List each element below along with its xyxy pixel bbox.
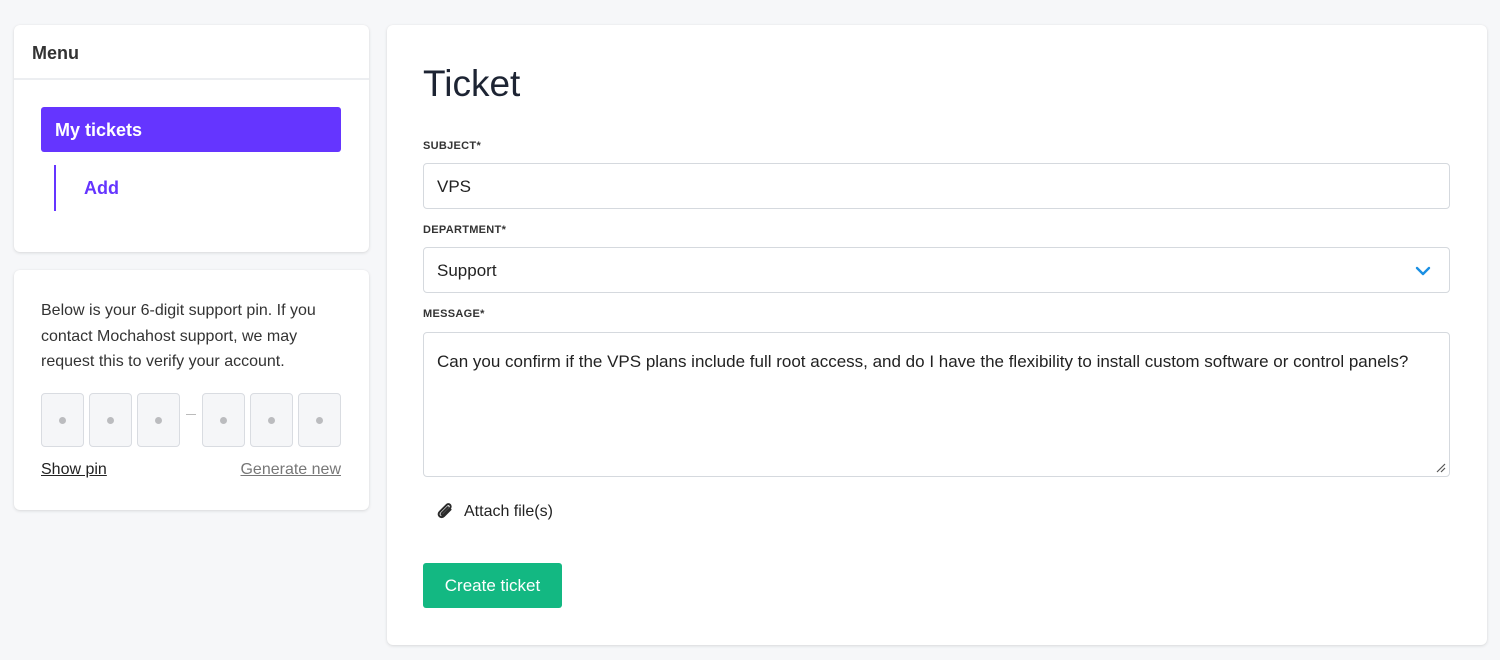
attach-files-button[interactable]: Attach file(s) [437,502,553,522]
generate-new-pin-link[interactable]: Generate new [240,461,341,479]
ticket-form-card: Ticket SUBJECT* VPS DEPARTMENT* Support … [387,25,1487,645]
pin-separator [186,414,196,415]
pin-digit-3 [137,393,180,447]
message-value: Can you confirm if the VPS plans include… [437,352,1409,371]
chevron-down-icon [1415,266,1431,276]
create-ticket-button[interactable]: Create ticket [423,563,562,608]
menu-card: Menu My tickets Add [14,25,369,252]
pin-digit-1 [41,393,84,447]
sidebar-item-add[interactable]: Add [54,165,254,211]
menu-header: Menu [14,25,369,80]
page-title: Ticket [423,63,521,104]
department-select[interactable]: Support [423,247,1450,293]
subject-value: VPS [437,177,472,196]
pin-dot-icon [316,416,323,424]
paperclip-icon [437,503,452,519]
pin-digit-4 [202,393,245,447]
show-pin-link[interactable]: Show pin [41,461,107,479]
pin-dot-icon [220,416,227,424]
support-pin-card: Below is your 6-digit support pin. If yo… [14,270,369,510]
subject-input[interactable]: VPS [423,163,1450,209]
department-label: DEPARTMENT* [423,224,507,236]
pin-dot-icon [155,416,162,424]
pin-dot-icon [107,416,114,424]
department-value: Support [437,261,497,280]
pin-dot-icon [59,416,66,424]
pin-digit-6 [298,393,341,447]
subject-label: SUBJECT* [423,140,482,152]
sidebar-item-my-tickets[interactable]: My tickets [41,107,341,152]
pin-digit-5 [250,393,293,447]
message-label: MESSAGE* [423,308,485,320]
support-pin-description: Below is your 6-digit support pin. If yo… [41,302,316,370]
pin-digit-2 [89,393,132,447]
resize-handle-icon[interactable] [1436,463,1446,473]
pin-dot-icon [268,416,275,424]
message-textarea[interactable]: Can you confirm if the VPS plans include… [423,332,1450,477]
attach-files-label: Attach file(s) [464,503,553,520]
